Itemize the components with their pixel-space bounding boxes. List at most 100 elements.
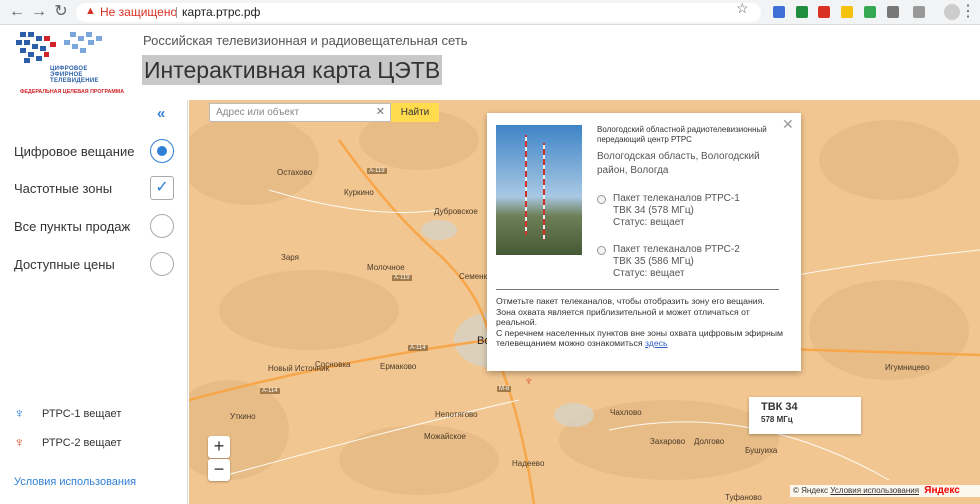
- forward-icon[interactable]: →: [30, 3, 48, 21]
- road-badge: М-8: [497, 386, 512, 392]
- close-popup-icon[interactable]: ✕: [782, 116, 794, 133]
- map-place-label: Ермаково: [380, 362, 417, 371]
- sidebar: « Цифровое вещание Частотные зоны ✓ Все …: [0, 100, 188, 504]
- rtrs-logo[interactable]: ЦИФРОВОЕ ЭФИРНОЕ ТЕЛЕВИДЕНИЕ ФЕДЕРАЛЬНАЯ…: [14, 30, 126, 98]
- reload-icon[interactable]: ↻: [52, 3, 70, 21]
- package-status: Статус: вещает: [613, 217, 685, 228]
- map-place-label: Долгово: [694, 437, 725, 446]
- divider: [176, 7, 177, 18]
- package-radio[interactable]: [597, 195, 606, 204]
- map-place-label: Надеево: [512, 459, 545, 468]
- station-address: Вологодская область, Вологодский район, …: [597, 151, 760, 176]
- map-place-label: Уткино: [230, 412, 256, 421]
- popup-note: Отметьте пакет телеканалов, чтобы отобра…: [496, 296, 786, 349]
- road-badge: А-119: [392, 275, 412, 281]
- legend-label: РТРС-2 вещает: [42, 437, 122, 449]
- logo-line: ТЕЛЕВИДЕНИЕ: [50, 78, 99, 84]
- map-place-label: Можайское: [424, 432, 466, 441]
- map-place-label: Дубровское: [434, 207, 478, 216]
- map-place-label: Туфаново: [725, 493, 762, 502]
- tower-red-icon: ♆: [14, 434, 25, 450]
- tower-blue-icon: ♆: [14, 405, 25, 421]
- extension-icon[interactable]: [841, 6, 853, 18]
- affordable-prices-radio[interactable]: [150, 252, 174, 276]
- extension-icon[interactable]: [864, 6, 876, 18]
- station-popup: ✕ Вологодский областной радиотелевизионн…: [487, 113, 801, 371]
- road-badge: А-114: [408, 345, 428, 351]
- search-placeholder: Адрес или объект: [216, 107, 300, 118]
- profile-avatar[interactable]: [944, 4, 960, 20]
- road-badge: А-114: [260, 388, 280, 394]
- map-place-label: Чахлово: [610, 408, 642, 417]
- option-label-points-of-sale[interactable]: Все пункты продаж: [14, 219, 130, 234]
- map-place-label: Молочное: [367, 263, 405, 272]
- security-status[interactable]: Не защищено: [100, 3, 177, 22]
- option-label-frequency[interactable]: Частотные зоны: [14, 181, 112, 196]
- package-channel: ТВК 34 (578 МГц): [613, 205, 694, 216]
- package-status: Статус: вещает: [613, 268, 685, 279]
- address-bar[interactable]: ▲ Не защищено карта.ртрс.рф: [76, 3, 761, 22]
- zoom-out-button[interactable]: −: [208, 459, 230, 481]
- terms-of-use-link[interactable]: Условия использования: [14, 476, 136, 488]
- map-place-label: Куркино: [344, 188, 374, 197]
- extension-icon[interactable]: [796, 6, 808, 18]
- map-place-label: Остахово: [277, 168, 313, 177]
- channel-label-card: ТВК 34 578 МГц: [749, 397, 861, 434]
- note-line: Зона охвата является приблизительной и м…: [496, 306, 750, 328]
- map-place-label: Игумницево: [885, 363, 930, 372]
- map-place-label: Заря: [281, 253, 299, 262]
- option-label-prices[interactable]: Доступные цены: [14, 257, 115, 272]
- map-place-label: Захарово: [650, 437, 686, 446]
- site-header: ЦИФРОВОЕ ЭФИРНОЕ ТЕЛЕВИДЕНИЕ ФЕДЕРАЛЬНАЯ…: [0, 26, 980, 100]
- tower-marker-icon[interactable]: ♆: [524, 373, 534, 388]
- note-line: С перечнем населенных пунктов вне зоны о…: [496, 328, 786, 349]
- package-radio[interactable]: [597, 246, 606, 255]
- map-copyright: © Яндекс Условия использования Яндекс: [790, 485, 980, 497]
- find-button[interactable]: Найти: [391, 103, 439, 122]
- address-search-input[interactable]: Адрес или объект ✕: [209, 103, 391, 122]
- copyright-text: © Яндекс: [793, 486, 829, 495]
- option-label-digital[interactable]: Цифровое вещание: [14, 144, 134, 159]
- back-icon[interactable]: ←: [8, 3, 26, 21]
- bookmark-star-icon[interactable]: ☆: [736, 0, 749, 17]
- digital-broadcast-radio[interactable]: [150, 139, 174, 163]
- tower-photo: [496, 125, 582, 255]
- points-of-sale-radio[interactable]: [150, 214, 174, 238]
- note-line: Отметьте пакет телеканалов, чтобы отобра…: [496, 296, 765, 306]
- map-place-label: Сосновка: [315, 360, 351, 369]
- site-subtitle: Российская телевизионная и радиовещатель…: [143, 33, 468, 48]
- menu-icon[interactable]: ⋮: [959, 3, 977, 21]
- page-title: Интерактивная карта ЦЭТВ: [142, 55, 443, 85]
- channel-title: ТВК 34: [761, 401, 798, 413]
- road-badge: А-119: [367, 168, 387, 174]
- map-place-label: Бушуиха: [745, 446, 778, 455]
- note-text: С перечнем населенных пунктов вне зоны о…: [496, 327, 783, 349]
- map-terms-link[interactable]: Условия использования: [830, 486, 919, 495]
- clear-search-icon[interactable]: ✕: [376, 104, 385, 121]
- url-text[interactable]: карта.ртрс.рф: [182, 3, 260, 22]
- collapse-sidebar-icon[interactable]: «: [157, 105, 165, 122]
- translate-extension-icon[interactable]: [773, 6, 785, 18]
- station-title: Вологодский областной радиотелевизионный…: [597, 125, 767, 144]
- divider: [496, 289, 779, 290]
- package-option-rtrs1[interactable]: Пакет телеканалов РТРС-1 ТВК 34 (578 МГц…: [597, 193, 777, 229]
- package-name: Пакет телеканалов РТРС-2: [613, 244, 740, 255]
- extension-icon[interactable]: [913, 6, 925, 18]
- map-area[interactable]: Остахово Куркино Дубровское Заря Молочно…: [189, 100, 980, 504]
- tower-illustration: [525, 135, 545, 240]
- logo-program-label: ФЕДЕРАЛЬНАЯ ЦЕЛЕВАЯ ПРОГРАММА: [20, 89, 125, 95]
- package-channel: ТВК 35 (586 МГц): [613, 256, 694, 267]
- here-link[interactable]: здесь: [645, 338, 668, 348]
- extension-icon[interactable]: [887, 6, 899, 18]
- legend-label: РТРС-1 вещает: [42, 408, 122, 420]
- extension-icon[interactable]: [818, 6, 830, 18]
- yandex-logo[interactable]: Яндекс: [924, 485, 960, 496]
- map-place-label: Непотягово: [435, 410, 478, 419]
- warning-icon: ▲: [85, 5, 96, 17]
- package-name: Пакет телеканалов РТРС-1: [613, 193, 740, 204]
- zoom-in-button[interactable]: +: [208, 436, 230, 458]
- package-option-rtrs2[interactable]: Пакет телеканалов РТРС-2 ТВК 35 (586 МГц…: [597, 244, 777, 280]
- browser-toolbar: ← → ↻ ▲ Не защищено карта.ртрс.рф ☆ ⋮: [0, 0, 980, 25]
- channel-frequency: 578 МГц: [761, 415, 793, 424]
- frequency-zones-checkbox[interactable]: ✓: [150, 176, 174, 200]
